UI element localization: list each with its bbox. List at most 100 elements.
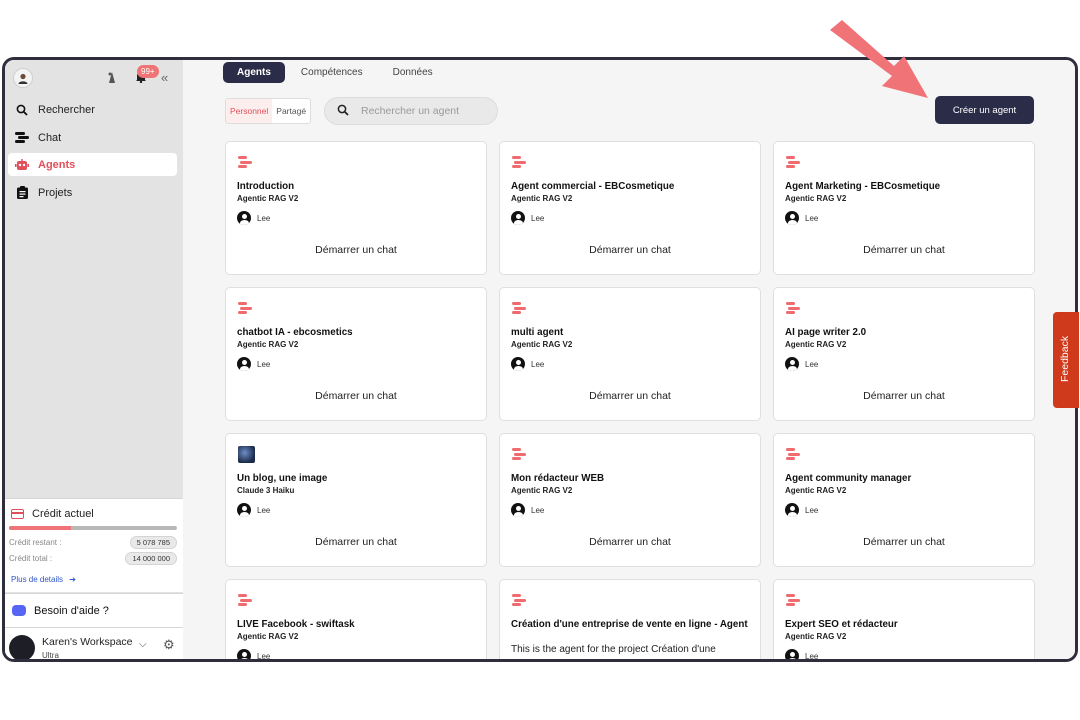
credit-total-value: 14 000 000 bbox=[125, 552, 177, 565]
credit-panel: Crédit actuel Crédit restant : 5 078 785… bbox=[5, 498, 183, 592]
filter-personal[interactable]: Personnel bbox=[226, 99, 273, 123]
user-circle-icon bbox=[785, 503, 799, 517]
workspace-plan: Ultra bbox=[42, 651, 59, 660]
user-circle-icon bbox=[237, 357, 251, 371]
agent-author: Lee bbox=[785, 649, 819, 661]
agent-author: Lee bbox=[511, 503, 544, 517]
start-chat-button[interactable]: Démarrer un chat bbox=[500, 390, 760, 402]
search-input[interactable] bbox=[361, 105, 481, 117]
theme-toggle-icon[interactable] bbox=[105, 70, 121, 86]
credit-remaining-row: Crédit restant : 5 078 785 bbox=[9, 536, 177, 549]
feedback-label: Feedback bbox=[1059, 335, 1071, 382]
robot-icon bbox=[14, 158, 30, 171]
agent-model: Agentic RAG V2 bbox=[785, 340, 847, 349]
person-icon bbox=[18, 73, 28, 84]
agent-card[interactable]: Expert SEO et rédacteur Agentic RAG V2 Lee… bbox=[773, 579, 1035, 661]
start-chat-button[interactable]: Démarrer un chat bbox=[226, 536, 486, 548]
agent-author: Lee bbox=[785, 503, 818, 517]
search-icon bbox=[337, 104, 349, 119]
agent-card[interactable]: chatbot IA - ebcosmetics Agentic RAG V2 Le… bbox=[225, 287, 487, 421]
tab-competences[interactable]: Compétences bbox=[287, 62, 377, 83]
agent-card[interactable]: LIVE Facebook - swiftask Agentic RAG V2 Le… bbox=[225, 579, 487, 659]
agent-card[interactable]: Un blog, une image Claude 3 Haiku Lee Démar… bbox=[225, 433, 487, 567]
start-chat-button[interactable]: Démarrer un chat bbox=[774, 244, 1034, 256]
start-chat-button[interactable]: Démarrer un chat bbox=[226, 244, 486, 256]
agent-card[interactable]: Agent Marketing - EBCosmetique Agentic RA… bbox=[773, 141, 1035, 275]
pointer-arrow-icon bbox=[830, 20, 928, 98]
help-button[interactable]: Besoin d'aide ? bbox=[5, 593, 183, 627]
gear-icon[interactable]: ⚙ bbox=[163, 637, 175, 653]
agent-card[interactable]: Agent community manager Agentic RAG V2 Lee… bbox=[773, 433, 1035, 567]
tab-donnees[interactable]: Données bbox=[379, 62, 447, 83]
agent-title: Création d'une entreprise de vente en li… bbox=[511, 619, 748, 630]
agent-title: LIVE Facebook - swiftask bbox=[237, 619, 355, 630]
agent-title: Agent Marketing - EBCosmetique bbox=[785, 181, 941, 192]
sidebar-item-label: Chat bbox=[38, 131, 62, 144]
chevron-down-icon[interactable]: ⌵ bbox=[139, 639, 147, 650]
agent-card[interactable]: AI page writer 2.0 Agentic RAG V2 Lee Démar… bbox=[773, 287, 1035, 421]
agent-model: Agentic RAG V2 bbox=[511, 194, 573, 203]
agent-stack-icon bbox=[238, 156, 252, 168]
start-chat-button[interactable]: Démarrer un chat bbox=[500, 244, 760, 256]
start-chat-button[interactable]: Démarrer un chat bbox=[500, 536, 760, 548]
agent-author: Lee bbox=[237, 649, 270, 659]
help-label: Besoin d'aide ? bbox=[34, 604, 109, 617]
sidebar-item-rechercher[interactable]: Rechercher bbox=[8, 98, 177, 121]
agent-model: Agentic RAG V2 bbox=[237, 340, 299, 349]
user-circle-icon bbox=[511, 211, 525, 225]
collapse-sidebar-icon[interactable]: « bbox=[161, 70, 168, 85]
sidebar-item-projets[interactable]: Projets bbox=[8, 181, 177, 204]
create-agent-button[interactable]: Créer un agent bbox=[935, 96, 1034, 124]
start-chat-button[interactable]: Démarrer un chat bbox=[774, 536, 1034, 548]
agent-author-name: Lee bbox=[805, 505, 819, 515]
agent-title: Introduction bbox=[237, 181, 295, 192]
credit-details-link[interactable]: Plus de details ➔ bbox=[11, 575, 76, 584]
user-avatar[interactable] bbox=[13, 68, 33, 88]
agent-title: AI page writer 2.0 bbox=[785, 327, 867, 338]
feedback-button[interactable]: Feedback bbox=[1053, 312, 1079, 408]
agent-stack-icon bbox=[786, 594, 800, 606]
agent-card[interactable]: Mon rédacteur WEB Agentic RAG V2 Lee Démarr… bbox=[499, 433, 761, 567]
user-circle-icon bbox=[237, 211, 251, 225]
agent-stack-icon bbox=[512, 302, 526, 314]
credit-card-icon bbox=[11, 509, 24, 519]
agent-title: Expert SEO et rédacteur bbox=[785, 619, 898, 630]
agent-title: Un blog, une image bbox=[237, 473, 328, 484]
sidebar-item-chat[interactable]: Chat bbox=[8, 126, 177, 149]
credit-title: Crédit actuel bbox=[11, 508, 94, 520]
filter-shared[interactable]: Partagé bbox=[272, 99, 310, 123]
agent-title: Agent commercial - EBCosmetique bbox=[511, 181, 675, 192]
start-chat-button[interactable]: Démarrer un chat bbox=[226, 390, 486, 402]
app-window: 99+ « Rechercher Chat Agents Projets Cré… bbox=[2, 57, 1078, 662]
credit-remaining-value: 5 078 785 bbox=[129, 536, 177, 549]
credit-total-label: Crédit total : bbox=[9, 554, 53, 563]
agent-card[interactable]: Agent commercial - EBCosmetique Agentic R… bbox=[499, 141, 761, 275]
credit-progress-bar bbox=[9, 526, 177, 530]
agent-card[interactable]: Création d'une entreprise de vente en li… bbox=[499, 579, 761, 659]
start-chat-button[interactable]: Démarrer un chat bbox=[774, 390, 1034, 402]
tab-agents[interactable]: Agents bbox=[223, 62, 285, 83]
agent-author-name: Lee bbox=[805, 651, 819, 661]
agent-author: Lee bbox=[511, 211, 544, 225]
agent-stack-icon bbox=[512, 594, 526, 606]
agent-author: Lee bbox=[237, 503, 270, 517]
agent-author: Lee bbox=[785, 357, 818, 371]
agent-author-name: Lee bbox=[257, 359, 271, 369]
workspace-avatar bbox=[9, 635, 35, 659]
agent-card[interactable]: Introduction Agentic RAG V2 Lee Démarrer un… bbox=[225, 141, 487, 275]
agent-author: Lee bbox=[511, 357, 544, 371]
workspace-switcher[interactable]: Karen's Workspace Ultra ⌵ ⚙ bbox=[5, 627, 183, 660]
sidebar-item-agents[interactable]: Agents bbox=[8, 153, 177, 176]
agent-stack-icon bbox=[786, 448, 800, 460]
agent-author-name: Lee bbox=[805, 359, 819, 369]
user-circle-icon bbox=[785, 211, 799, 225]
agent-author: Lee bbox=[785, 211, 818, 225]
agent-title: Agent community manager bbox=[785, 473, 912, 484]
agent-model: Agentic RAG V2 bbox=[785, 194, 847, 203]
agent-card[interactable]: multi agent Agentic RAG V2 Lee Démarrer un … bbox=[499, 287, 761, 421]
sidebar-item-label: Agents bbox=[38, 158, 76, 171]
agent-author: Lee bbox=[237, 357, 270, 371]
sidebar-header: 99+ « bbox=[5, 60, 183, 96]
credit-total-row: Crédit total : 14 000 000 bbox=[9, 552, 177, 565]
agent-model: Agentic RAG V2 bbox=[785, 632, 847, 641]
